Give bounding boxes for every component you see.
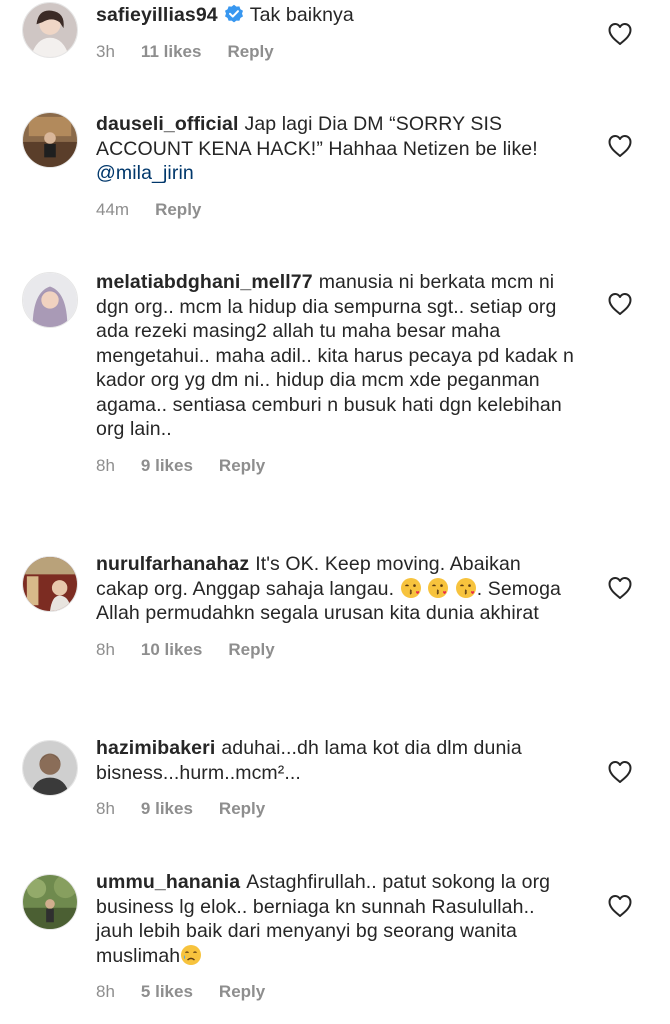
- comment-meta: 8h 9 likes Reply: [96, 799, 576, 821]
- comment-time: 8h: [96, 455, 115, 475]
- comment-meta: 3h 11 likes Reply: [96, 42, 576, 64]
- reply-button[interactable]: Reply: [227, 42, 273, 62]
- comment-username[interactable]: hazimibakeri: [96, 737, 215, 759]
- comment-time: 44m: [96, 199, 130, 219]
- likes-count[interactable]: 9 likes: [141, 456, 193, 476]
- comment-text: nurulfarhanahaz It's OK. Keep moving. Aba…: [96, 552, 576, 626]
- crying-face-emoji: [181, 944, 202, 965]
- like-heart-icon[interactable]: [607, 894, 633, 918]
- comment-meta: 8h 5 likes Reply: [96, 982, 576, 1004]
- kissing-face-with-heart-emoji: [455, 577, 476, 598]
- likes-count[interactable]: 10 likes: [141, 640, 202, 660]
- comment-body: manusia ni berkata mcm ni dgn org.. mcm …: [96, 271, 574, 440]
- comment-meta: 44m Reply: [96, 200, 576, 222]
- like-heart-icon[interactable]: [607, 22, 633, 46]
- user-avatar[interactable]: [22, 740, 78, 796]
- user-avatar[interactable]: [22, 272, 78, 328]
- comment-time: 8h: [96, 799, 115, 818]
- user-avatar[interactable]: [22, 874, 78, 930]
- comment-time: 8h: [96, 982, 115, 1001]
- user-avatar[interactable]: [22, 2, 78, 58]
- like-heart-icon[interactable]: [607, 292, 633, 316]
- like-heart-icon[interactable]: [607, 134, 633, 158]
- like-heart-icon[interactable]: [607, 760, 633, 784]
- reply-button[interactable]: Reply: [219, 982, 265, 1002]
- reply-button[interactable]: Reply: [219, 456, 265, 476]
- comment-username[interactable]: safieyillias94: [96, 4, 218, 26]
- likes-count[interactable]: 5 likes: [141, 982, 193, 1002]
- user-avatar[interactable]: [22, 112, 78, 168]
- comment-time: 8h: [96, 639, 115, 659]
- comment-text: ummu_hanania Astaghfirullah.. patut sokon…: [96, 870, 576, 968]
- user-mention-link[interactable]: @mila_jirin: [96, 162, 194, 184]
- kissing-face-with-heart-emoji: [400, 577, 421, 598]
- comment-text: melatiabdghani_mell77 manusia ni berkata …: [96, 270, 576, 442]
- user-avatar[interactable]: [22, 556, 78, 612]
- comment-meta: 8h 9 likes Reply: [96, 456, 576, 478]
- comment-text: dauseli_official Jap lagi Dia DM “SORRY S…: [96, 112, 576, 186]
- comment-username[interactable]: nurulfarhanahaz: [96, 553, 249, 575]
- comment-text: safieyillias94 Tak baiknya: [96, 3, 576, 28]
- reply-button[interactable]: Reply: [228, 640, 274, 660]
- reply-button[interactable]: Reply: [219, 799, 265, 819]
- kissing-face-with-heart-emoji: [428, 577, 449, 598]
- comment-username[interactable]: dauseli_official: [96, 113, 238, 135]
- comment-text: hazimibakeri aduhai...dh lama kot dia dlm…: [96, 736, 576, 785]
- comment-meta: 8h 10 likes Reply: [96, 640, 576, 662]
- likes-count[interactable]: 9 likes: [141, 799, 193, 819]
- like-heart-icon[interactable]: [607, 576, 633, 600]
- comment-body: Tak baiknya: [249, 4, 354, 26]
- comment-username[interactable]: melatiabdghani_mell77: [96, 271, 313, 293]
- comment-username[interactable]: ummu_hanania: [96, 871, 240, 893]
- reply-button[interactable]: Reply: [155, 200, 201, 220]
- comment-time: 3h: [96, 41, 115, 61]
- likes-count[interactable]: 11 likes: [141, 42, 202, 62]
- verified-badge-icon: [224, 4, 243, 23]
